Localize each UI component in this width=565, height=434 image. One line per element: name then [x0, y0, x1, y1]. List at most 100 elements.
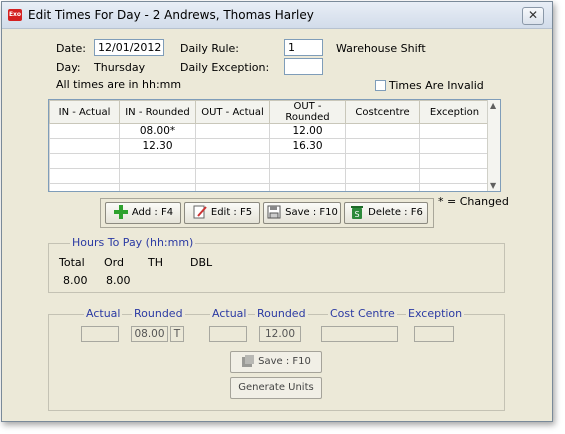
table-cell[interactable]: [49, 138, 120, 154]
scroll-up-icon[interactable]: ▲: [490, 101, 496, 110]
editor-header-in-actual: Actual: [84, 307, 123, 320]
editor-header-out-actual: Actual: [210, 307, 249, 320]
generate-units-label: Generate Units: [238, 382, 314, 393]
hours-header-ord: Ord: [104, 256, 124, 269]
app-logo-icon: Exo: [8, 9, 22, 21]
times-invalid-checkbox[interactable]: [375, 80, 386, 91]
cost-centre-field[interactable]: [321, 326, 398, 342]
save-button[interactable]: Save : F10: [263, 202, 341, 224]
table-cell[interactable]: [419, 138, 490, 154]
edit-times-window: Exo Edit Times For Day - 2 Andrews, Thom…: [1, 1, 553, 422]
table-row[interactable]: 12.30 16.30: [49, 138, 490, 154]
changed-note: * = Changed: [438, 195, 509, 208]
editor-header-cost-centre: Cost Centre: [328, 307, 397, 320]
editor-save-label: Save : F10: [258, 356, 311, 367]
in-actual-field[interactable]: [81, 326, 119, 342]
hours-total-value: 8.00: [63, 274, 88, 287]
edit-button-label: Edit : F5: [210, 207, 253, 218]
grid-toolbar: Add : F4 Edit : F5 Save : F10 S Delete :…: [100, 198, 434, 228]
in-rounded-flag[interactable]: T: [170, 326, 184, 342]
edit-document-icon: [193, 205, 207, 219]
scroll-down-icon[interactable]: ▼: [490, 181, 496, 190]
table-cell[interactable]: [419, 183, 490, 191]
table-cell[interactable]: [345, 153, 420, 169]
times-invalid-label: Times Are Invalid: [389, 79, 484, 92]
column-header[interactable]: Costcentre: [345, 100, 420, 124]
table-cell[interactable]: [419, 123, 490, 139]
table-row[interactable]: 08.00* 12.00: [49, 123, 490, 139]
table-cell[interactable]: [195, 138, 270, 154]
delete-button[interactable]: S Delete : F6: [344, 202, 428, 224]
generate-units-button[interactable]: Generate Units: [230, 377, 322, 399]
column-header[interactable]: OUT - Actual: [195, 100, 270, 124]
daily-exception-label: Daily Exception:: [180, 61, 270, 74]
hours-ord-value: 8.00: [106, 274, 131, 287]
times-grid[interactable]: IN - Actual IN - Rounded OUT - Actual OU…: [48, 99, 501, 192]
table-cell[interactable]: 12.00: [269, 123, 346, 139]
in-rounded-field[interactable]: 08.00: [131, 326, 168, 342]
table-cell[interactable]: [119, 183, 196, 191]
save-icon: [242, 355, 255, 367]
table-cell[interactable]: [195, 168, 270, 184]
hours-header-total: Total: [59, 256, 85, 269]
column-header[interactable]: OUT - Rounded: [269, 100, 346, 124]
table-cell[interactable]: [345, 183, 420, 191]
table-cell[interactable]: [345, 168, 420, 184]
column-header[interactable]: IN - Rounded: [119, 100, 196, 124]
daily-rule-name: Warehouse Shift: [336, 42, 426, 55]
daily-rule-label: Daily Rule:: [180, 42, 239, 55]
title-bar[interactable]: Exo Edit Times For Day - 2 Andrews, Thom…: [2, 2, 552, 29]
times-note: All times are in hh:mm: [56, 78, 182, 91]
close-icon: ✕: [527, 8, 539, 22]
date-field[interactable]: 12/01/2012: [94, 39, 164, 56]
add-button[interactable]: Add : F4: [105, 202, 181, 224]
table-cell[interactable]: [49, 183, 120, 191]
table-cell[interactable]: [195, 153, 270, 169]
out-actual-field[interactable]: [209, 326, 247, 342]
save-button-label: Save : F10: [285, 207, 338, 218]
table-cell[interactable]: [419, 153, 490, 169]
column-header[interactable]: IN - Actual: [49, 100, 120, 124]
table-cell[interactable]: [195, 183, 270, 191]
table-cell[interactable]: 16.30: [269, 138, 346, 154]
add-button-label: Add : F4: [131, 207, 174, 218]
delete-button-label: Delete : F6: [368, 207, 423, 218]
table-cell[interactable]: [119, 168, 196, 184]
editor-header-out-rounded: Rounded: [255, 307, 308, 320]
out-rounded-field[interactable]: 12.00: [259, 326, 301, 342]
save-disk-icon: [267, 205, 281, 219]
delete-bin-icon: S: [351, 206, 364, 219]
table-cell[interactable]: [49, 123, 120, 139]
editor-save-button[interactable]: Save : F10: [230, 351, 322, 373]
table-cell[interactable]: [195, 123, 270, 139]
day-value: Thursday: [94, 61, 146, 74]
table-row[interactable]: [49, 168, 490, 184]
hours-header-dbl: DBL: [190, 256, 213, 269]
day-label: Day:: [56, 61, 81, 74]
plus-icon: [113, 205, 128, 219]
table-cell[interactable]: [49, 168, 120, 184]
daily-exception-field[interactable]: [284, 58, 323, 75]
table-cell[interactable]: [119, 153, 196, 169]
close-button[interactable]: ✕: [522, 7, 544, 25]
edit-button[interactable]: Edit : F5: [184, 202, 260, 224]
exception-field[interactable]: [414, 326, 454, 342]
hours-to-pay-title: Hours To Pay (hh:mm): [70, 236, 196, 249]
table-cell[interactable]: [269, 153, 346, 169]
table-row[interactable]: [49, 183, 490, 191]
table-cell[interactable]: 12.30: [119, 138, 196, 154]
daily-rule-field[interactable]: 1: [284, 39, 323, 56]
table-cell[interactable]: [345, 123, 420, 139]
table-cell[interactable]: 08.00*: [119, 123, 196, 139]
table-header-row: IN - Actual IN - Rounded OUT - Actual OU…: [49, 100, 490, 124]
table-cell[interactable]: [269, 183, 346, 191]
column-header[interactable]: Exception: [419, 100, 490, 124]
window-title: Edit Times For Day - 2 Andrews, Thomas H…: [28, 8, 314, 22]
table-cell[interactable]: [345, 138, 420, 154]
table-cell[interactable]: [269, 168, 346, 184]
table-cell[interactable]: [49, 153, 120, 169]
table-cell[interactable]: [419, 168, 490, 184]
times-table: IN - Actual IN - Rounded OUT - Actual OU…: [49, 100, 490, 191]
grid-vertical-scrollbar[interactable]: ▲ ▼: [487, 100, 500, 191]
table-row[interactable]: [49, 153, 490, 169]
